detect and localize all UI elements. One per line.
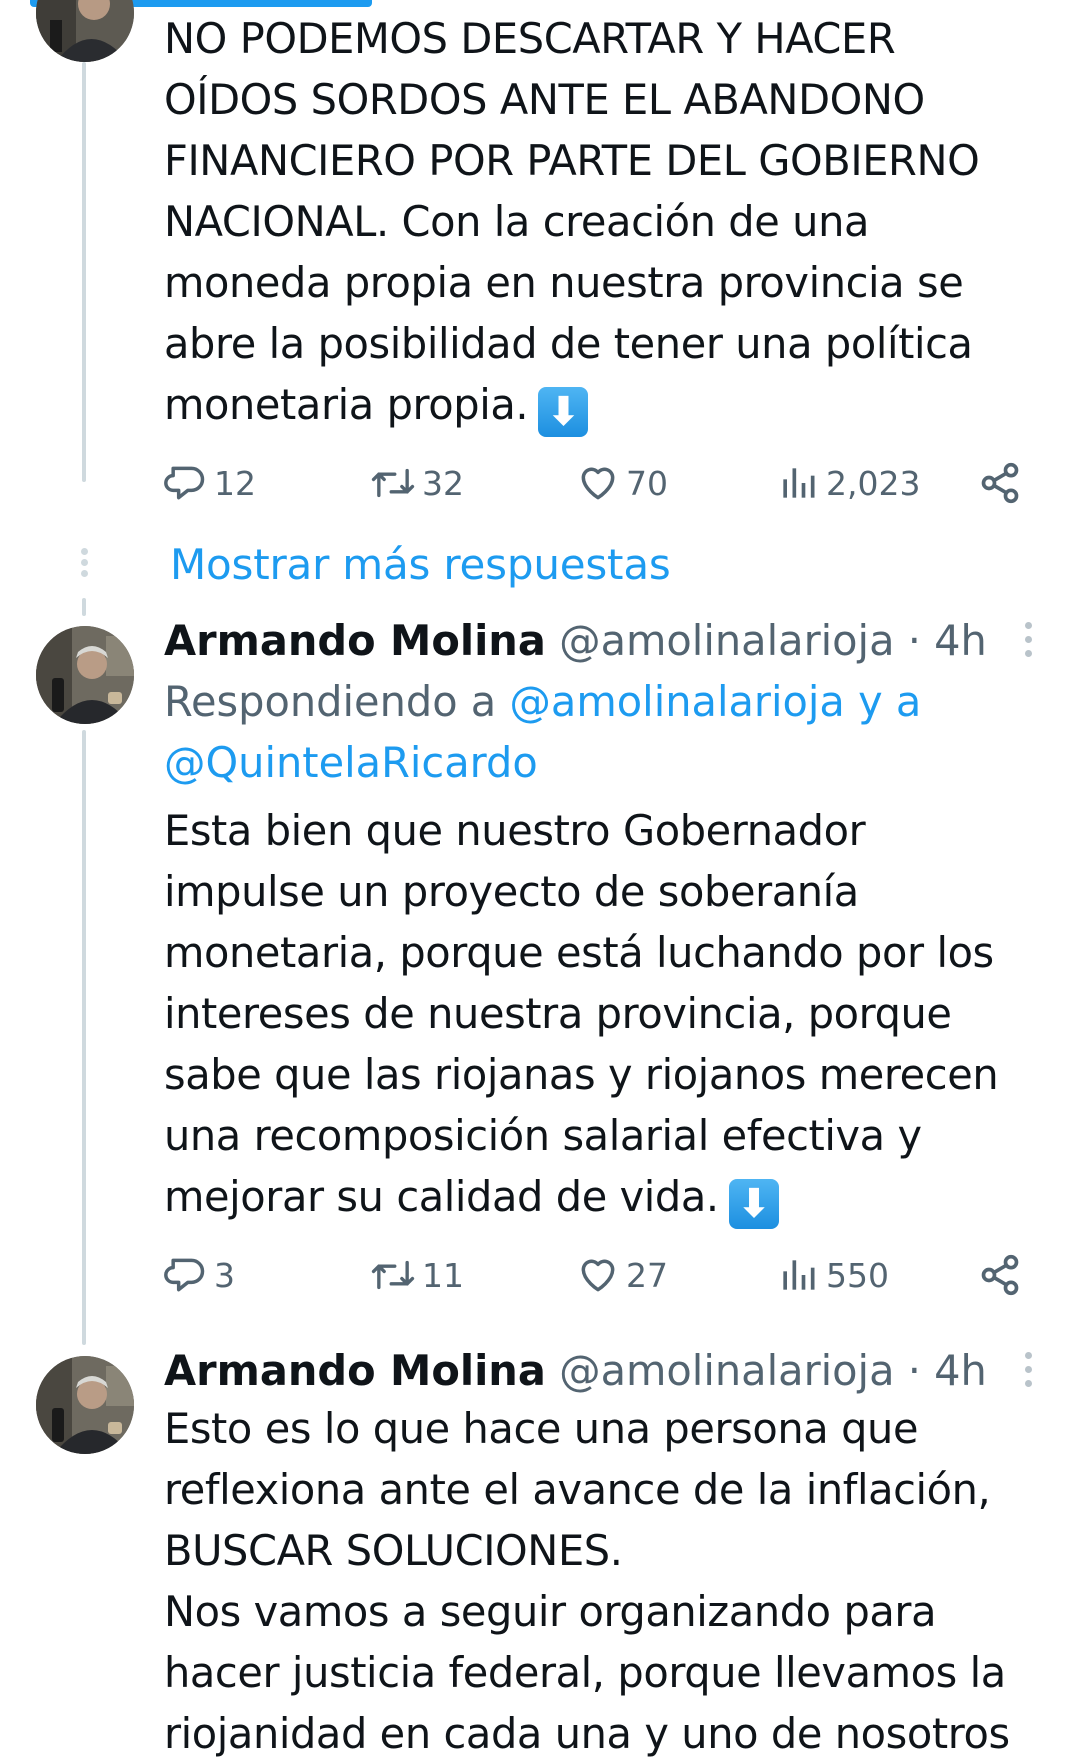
like-count: 27 [626,1255,668,1295]
retweet-button[interactable]: 32 [370,458,464,508]
author-handle[interactable]: @amolinalarioja [559,616,894,665]
tweet-text: NO PODEMOS DESCARTAR Y HACER OÍDOS SORDO… [164,14,980,437]
tweet-actions: 12 32 70 2,023 [164,458,1034,508]
views-count: 550 [826,1255,889,1295]
share-button[interactable] [978,458,1028,508]
tweet-text: Esto es lo que hace una persona que refl… [164,1404,1010,1758]
tweet-header: Armando Molina @amolinalarioja · 4h [164,1340,1034,1401]
share-button[interactable] [978,1250,1028,1300]
retweet-icon [371,1260,415,1290]
thread-gap-dots [78,548,90,581]
reply-icon [164,466,205,500]
thread-line [82,598,86,616]
mention-link[interactable]: @QuintelaRicardo [164,738,538,787]
like-count: 70 [626,463,668,503]
avatar[interactable] [36,1356,134,1454]
reply-count: 3 [214,1255,235,1295]
views-count: 2,023 [826,463,921,503]
tweet-actions: 3 11 27 550 [164,1250,1034,1300]
down-arrow-emoji: ⬇ [728,1179,779,1229]
like-button[interactable]: 70 [576,458,668,508]
tweet-header: Armando Molina @amolinalarioja · 4h [164,610,1034,671]
like-icon [581,467,615,500]
avatar[interactable] [36,0,134,62]
author-name[interactable]: Armando Molina [164,1346,546,1395]
tweet-time: · 4h [907,1346,987,1395]
avatar[interactable] [36,626,134,724]
views-icon [783,1260,815,1290]
retweet-button[interactable]: 11 [370,1250,464,1300]
views-button[interactable]: 550 [776,1250,889,1300]
replying-to: Respondiendo a @amolinalarioja y a @Quint… [164,677,922,787]
retweet-count: 32 [422,463,464,503]
views-button[interactable]: 2,023 [776,458,920,508]
thread-line [82,730,86,1345]
tweet-text: Esta bien que nuestro Gobernador impulse… [164,806,999,1229]
like-icon [581,1259,615,1292]
like-button[interactable]: 27 [576,1250,668,1300]
reply-button[interactable]: 3 [164,1250,235,1300]
down-arrow-emoji: ⬇ [538,387,589,437]
mention-link[interactable]: @amolinalarioja [509,677,844,726]
share-icon [981,462,1019,504]
views-icon [783,468,815,498]
show-more-replies-link[interactable]: Mostrar más respuestas [170,540,671,589]
thread-line [82,62,86,482]
reply-count: 12 [214,463,256,503]
author-handle[interactable]: @amolinalarioja [559,1346,894,1395]
more-icon[interactable] [1022,1352,1034,1394]
reply-button[interactable]: 12 [164,458,256,508]
tweet-time: · 4h [907,616,987,665]
retweet-icon [371,468,415,498]
reply-icon [164,1258,205,1292]
share-icon [981,1254,1019,1296]
author-name[interactable]: Armando Molina [164,616,546,665]
more-icon[interactable] [1022,622,1034,664]
retweet-count: 11 [422,1255,464,1295]
